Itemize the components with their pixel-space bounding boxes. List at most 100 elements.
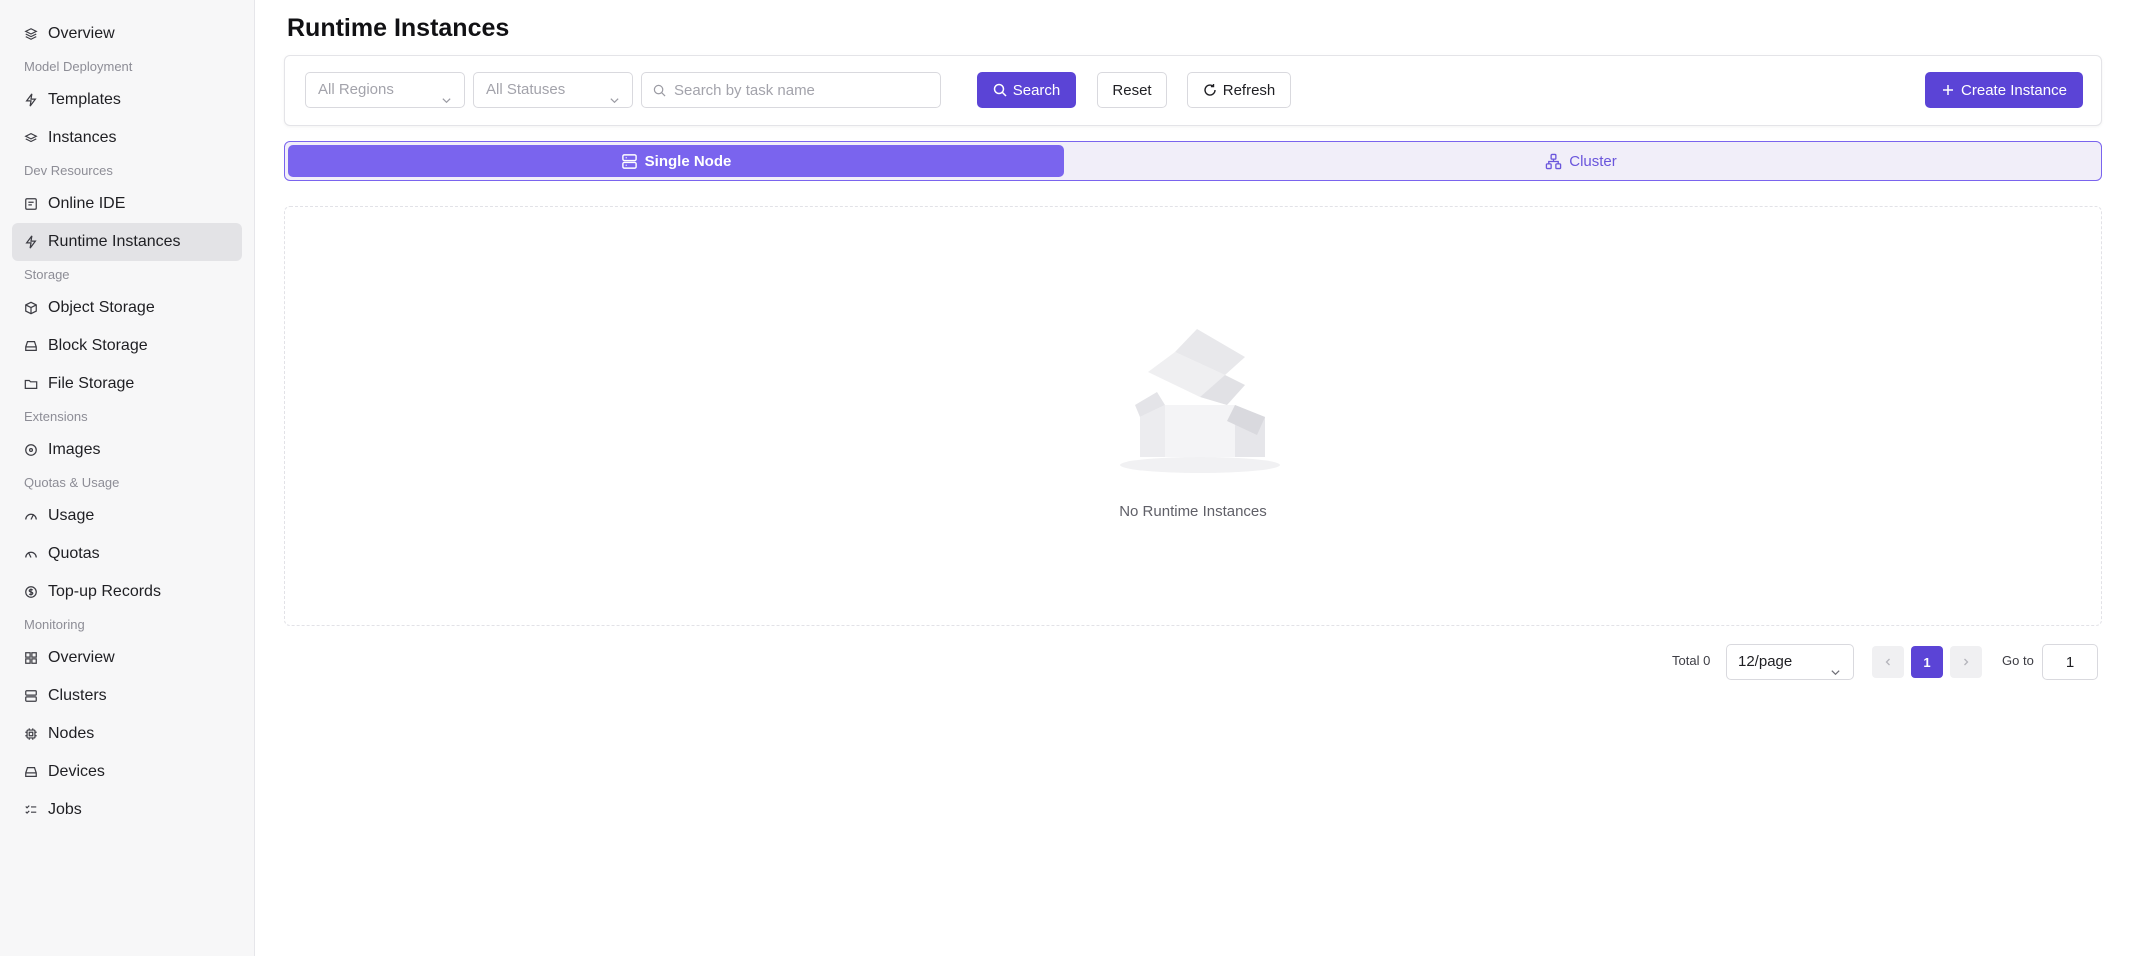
sidebar-item-label: Block Storage [48,337,148,354]
cube-icon [24,301,38,315]
search-icon [993,83,1007,97]
reset-button-label: Reset [1112,81,1152,99]
empty-message: No Runtime Instances [1119,503,1267,520]
create-instance-button-label: Create Instance [1961,81,2067,99]
network-icon [1545,153,1562,170]
sidebar-item-label: Templates [48,91,121,108]
server-icon [24,689,38,703]
sidebar-item-online-ide[interactable]: Online IDE [12,185,242,223]
sidebar-item-file-storage[interactable]: File Storage [12,365,242,403]
sidebar-item-label: Overview [48,649,115,666]
section-storage: Storage [24,267,70,282]
bolt-icon [24,93,38,107]
sidebar-item-label: Runtime Instances [48,233,181,250]
filter-toolbar: All Regions All Statuses Search Reset [284,55,2102,126]
sidebar-item-clusters[interactable]: Clusters [12,677,242,715]
goto-page-input[interactable] [2042,644,2098,680]
server-icon [621,153,638,170]
tab-single-node-label: Single Node [644,152,732,170]
sidebar-item-label: Quotas [48,545,100,562]
sidebar-item-images[interactable]: Images [12,431,242,469]
dollar-circle-icon [24,585,38,599]
instance-type-tabs: Single Node Cluster [284,141,2102,181]
sidebar-item-devices[interactable]: Devices [12,753,242,791]
sidebar-item-object-storage[interactable]: Object Storage [12,289,242,327]
chevron-down-icon [609,85,620,104]
sidebar-item-label: Jobs [48,801,82,818]
dashboard-icon [24,651,38,665]
checklist-icon [24,803,38,817]
section-dev-resources: Dev Resources [24,163,113,178]
ide-icon [24,197,38,211]
chevron-left-icon [1883,655,1893,670]
sidebar-item-label: Overview [48,25,115,42]
sidebar-item-quotas[interactable]: Quotas [12,535,242,573]
chevron-right-icon [1961,655,1971,670]
task-search-box[interactable] [641,72,941,108]
goto-label: Go to [2002,653,2034,668]
sidebar-item-top-up-records[interactable]: Top-up Records [12,573,242,611]
sidebar-item-label: Images [48,441,101,458]
region-select-placeholder: All Regions [318,81,394,98]
layers-icon [24,27,38,41]
sidebar-item-label: Clusters [48,687,107,704]
chevron-down-icon [1830,657,1841,676]
plus-icon [1941,83,1955,97]
refresh-icon [1203,83,1217,97]
gauge-icon [24,509,38,523]
section-quotas-usage: Quotas & Usage [24,475,120,490]
refresh-button[interactable]: Refresh [1187,72,1291,108]
search-icon [653,84,666,97]
region-select[interactable]: All Regions [305,72,465,108]
sidebar-item-instances[interactable]: Instances [12,119,242,157]
empty-state: No Runtime Instances [284,206,2102,626]
sidebar-item-overview[interactable]: Overview [12,15,242,53]
search-input[interactable] [674,73,934,107]
stack-icon [24,131,38,145]
tab-single-node[interactable]: Single Node [288,145,1064,177]
section-model-deployment: Model Deployment [24,59,133,74]
sidebar-item-label: Top-up Records [48,583,161,600]
pagination-total: Total 0 [1672,653,1711,668]
drive-icon [24,339,38,353]
bolt-icon [24,235,38,249]
status-select[interactable]: All Statuses [473,72,633,108]
main-content: Runtime Instances All Regions All Status… [256,0,2132,956]
next-page-button[interactable] [1950,646,1982,678]
sidebar-item-block-storage[interactable]: Block Storage [12,327,242,365]
sidebar-item-jobs[interactable]: Jobs [12,791,242,829]
status-select-placeholder: All Statuses [486,81,566,98]
sidebar-item-label: File Storage [48,375,135,392]
page-size-value: 12/page [1738,653,1793,670]
create-instance-button[interactable]: Create Instance [1925,72,2083,108]
empty-box-illustration [1120,329,1280,473]
sidebar-item-runtime-instances[interactable]: Runtime Instances [12,223,242,261]
refresh-button-label: Refresh [1222,81,1276,99]
sidebar-item-label: Usage [48,507,95,524]
sidebar: Overview Model Deployment Templates Inst… [0,0,255,956]
sidebar-item-monitoring-overview[interactable]: Overview [12,639,242,677]
reset-button[interactable]: Reset [1097,72,1167,108]
gauge-icon [24,547,38,561]
chip-icon [24,727,38,741]
search-button-label: Search [1012,81,1061,99]
drive-icon [24,765,38,779]
sidebar-item-label: Nodes [48,725,95,742]
page-title: Runtime Instances [287,14,510,42]
prev-page-button[interactable] [1872,646,1904,678]
page-size-select[interactable]: 12/page [1726,644,1854,680]
sidebar-item-templates[interactable]: Templates [12,81,242,119]
folder-icon [24,377,38,391]
search-button[interactable]: Search [977,72,1076,108]
tab-cluster-label: Cluster [1569,152,1617,170]
sidebar-item-usage[interactable]: Usage [12,497,242,535]
sidebar-item-label: Devices [48,763,105,780]
sidebar-item-label: Instances [48,129,117,146]
section-extensions: Extensions [24,409,88,424]
sidebar-item-nodes[interactable]: Nodes [12,715,242,753]
sidebar-item-label: Object Storage [48,299,155,316]
sidebar-item-label: Online IDE [48,195,126,212]
section-monitoring: Monitoring [24,617,85,632]
page-button-current[interactable]: 1 [1911,646,1943,678]
tab-cluster[interactable]: Cluster [1064,145,2098,177]
